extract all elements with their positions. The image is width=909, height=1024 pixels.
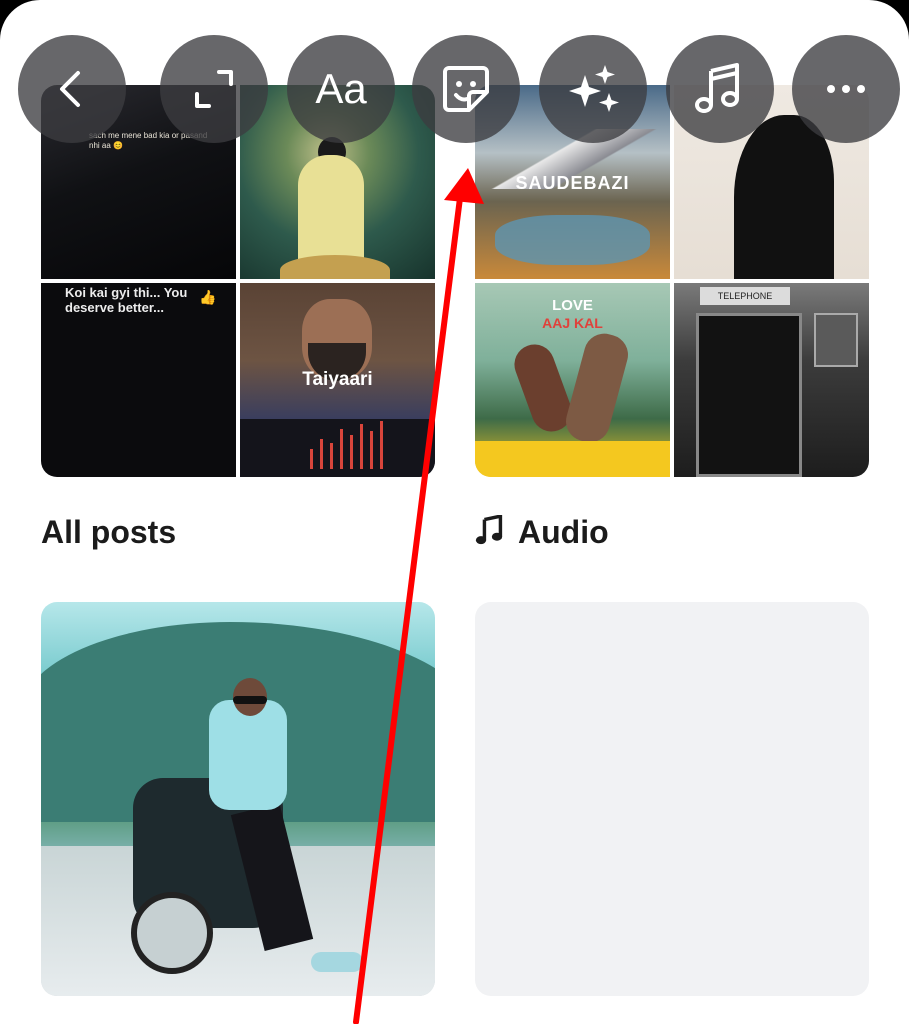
effects-button[interactable] — [539, 35, 647, 143]
thumbs-up-icon: 👍 — [199, 289, 217, 305]
thumbnail-caption: LOVE — [552, 297, 593, 314]
thumbnail-caption: TELEPHONE — [700, 287, 790, 305]
thumbnail-caption: AAJ KAL — [542, 315, 603, 331]
sticker-icon — [443, 66, 489, 112]
text-button[interactable]: Aa — [287, 35, 395, 143]
audio-title[interactable]: Audio — [518, 514, 609, 551]
text-icon: Aa — [315, 65, 367, 112]
more-button[interactable] — [792, 35, 900, 143]
collage-thumbnail: Taiyaari — [240, 283, 435, 477]
audio-thumbnail-placeholder[interactable] — [475, 602, 869, 996]
collage-thumbnail: LOVE AAJ KAL — [475, 283, 670, 477]
back-button[interactable] — [18, 35, 126, 143]
thumbnail-caption: SAUDEBAZI — [515, 173, 630, 193]
post-thumbnail[interactable] — [41, 602, 435, 996]
collage-thumbnail: Koi kai gyi thi... You deserve better...… — [41, 283, 236, 477]
all-posts-collage[interactable]: sach me mene bad kia or pasand nhi aa 😊 … — [41, 85, 435, 477]
resize-button[interactable] — [160, 35, 268, 143]
crop-resize-icon — [195, 70, 233, 108]
collection-sheet: sach me mene bad kia or pasand nhi aa 😊 … — [0, 0, 909, 1024]
audio-collage[interactable]: SAUDEBAZI LOVE AAJ KAL TELEPHONE — [475, 85, 869, 477]
sticker-button[interactable] — [412, 35, 520, 143]
music-button[interactable] — [666, 35, 774, 143]
sparkles-icon — [569, 65, 619, 112]
thumbnail-caption: Taiyaari — [302, 369, 373, 390]
collage-thumbnail: TELEPHONE — [674, 283, 869, 477]
chevron-left-icon — [60, 71, 80, 107]
music-note-icon — [475, 515, 503, 545]
all-posts-title[interactable]: All posts — [41, 514, 176, 551]
music-note-icon — [695, 63, 739, 113]
more-horizontal-icon — [827, 85, 865, 93]
